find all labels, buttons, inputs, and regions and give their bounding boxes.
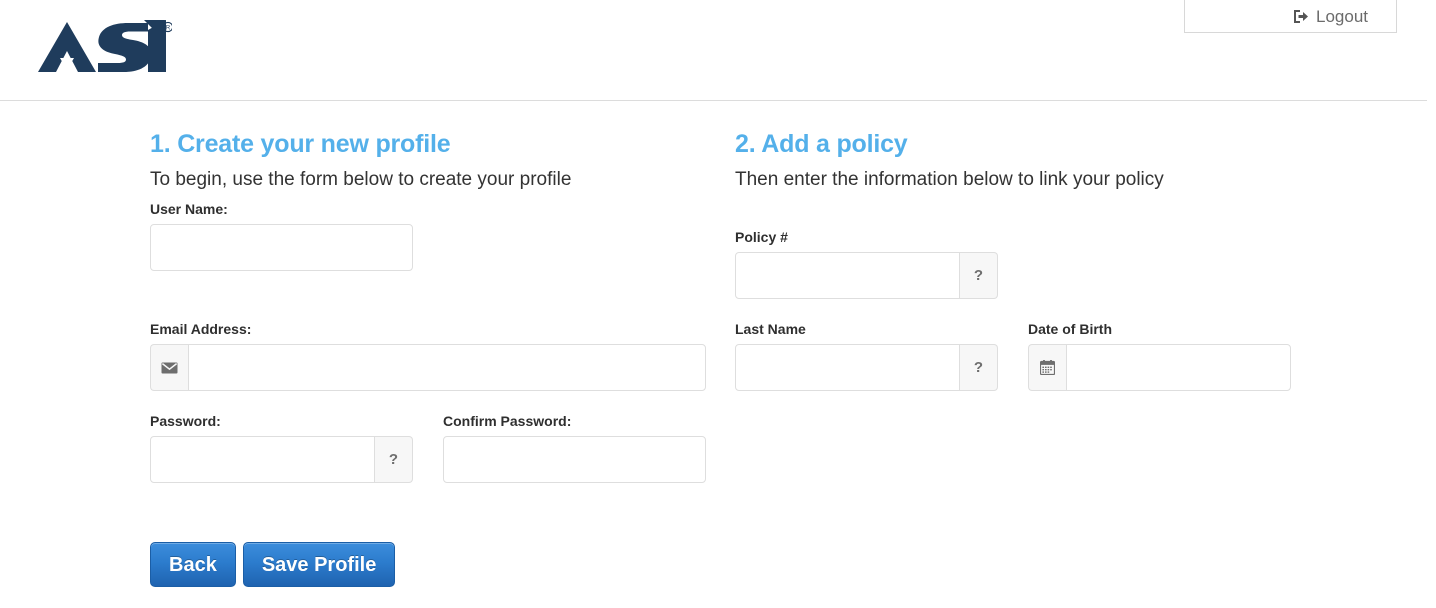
confirm-password-label: Confirm Password: [443,413,572,429]
username-label: User Name: [150,201,228,217]
last-name-input[interactable] [735,344,960,391]
back-button[interactable]: Back [150,542,236,587]
last-name-help-button[interactable]: ? [960,344,998,391]
save-profile-button[interactable]: Save Profile [242,542,396,587]
field-date-of-birth: Date of Birth [1028,321,1291,391]
logout-panel: Logout [1184,0,1397,33]
policy-number-help-button[interactable]: ? [960,252,998,299]
calendar-icon[interactable] [1028,344,1066,391]
step-1-subtitle: To begin, use the form below to create y… [150,169,572,190]
svg-text:R: R [166,25,171,31]
policy-number-label: Policy # [735,229,788,245]
password-label: Password: [150,413,221,429]
confirm-password-input[interactable] [443,436,706,483]
date-of-birth-input[interactable] [1066,344,1291,391]
username-input[interactable] [150,224,413,271]
password-input-group: ? [150,436,413,483]
date-of-birth-input-group [1028,344,1291,391]
field-email: Email Address: [150,321,706,391]
field-policy-number: Policy # ? [735,229,998,299]
main-content: 1. Create your new profile To begin, use… [0,101,1436,608]
field-password: Password: ? [150,413,413,483]
password-help-button[interactable]: ? [375,436,413,483]
step-1-title: 1. Create your new profile [150,130,451,158]
page-header: R Logout [0,0,1427,101]
policy-number-input-group: ? [735,252,998,299]
logout-label: Logout [1316,6,1368,26]
email-label: Email Address: [150,321,252,337]
field-username: User Name: [150,201,413,271]
form-actions: Back Save Profile [150,542,396,587]
last-name-label: Last Name [735,321,806,337]
step-2-subtitle: Then enter the information below to link… [735,169,1164,190]
last-name-input-group: ? [735,344,998,391]
email-input-group [150,344,706,391]
logout-button[interactable]: Logout [1293,0,1368,33]
policy-number-input[interactable] [735,252,960,299]
step-2-title: 2. Add a policy [735,130,908,158]
username-input-group [150,224,413,271]
envelope-icon [150,344,188,391]
field-confirm-password: Confirm Password: [443,413,706,483]
field-last-name: Last Name ? [735,321,998,391]
password-input[interactable] [150,436,375,483]
date-of-birth-label: Date of Birth [1028,321,1112,337]
email-input[interactable] [188,344,706,391]
asi-logo[interactable]: R [36,18,172,76]
confirm-password-input-group [443,436,706,483]
sign-out-icon [1293,9,1309,24]
